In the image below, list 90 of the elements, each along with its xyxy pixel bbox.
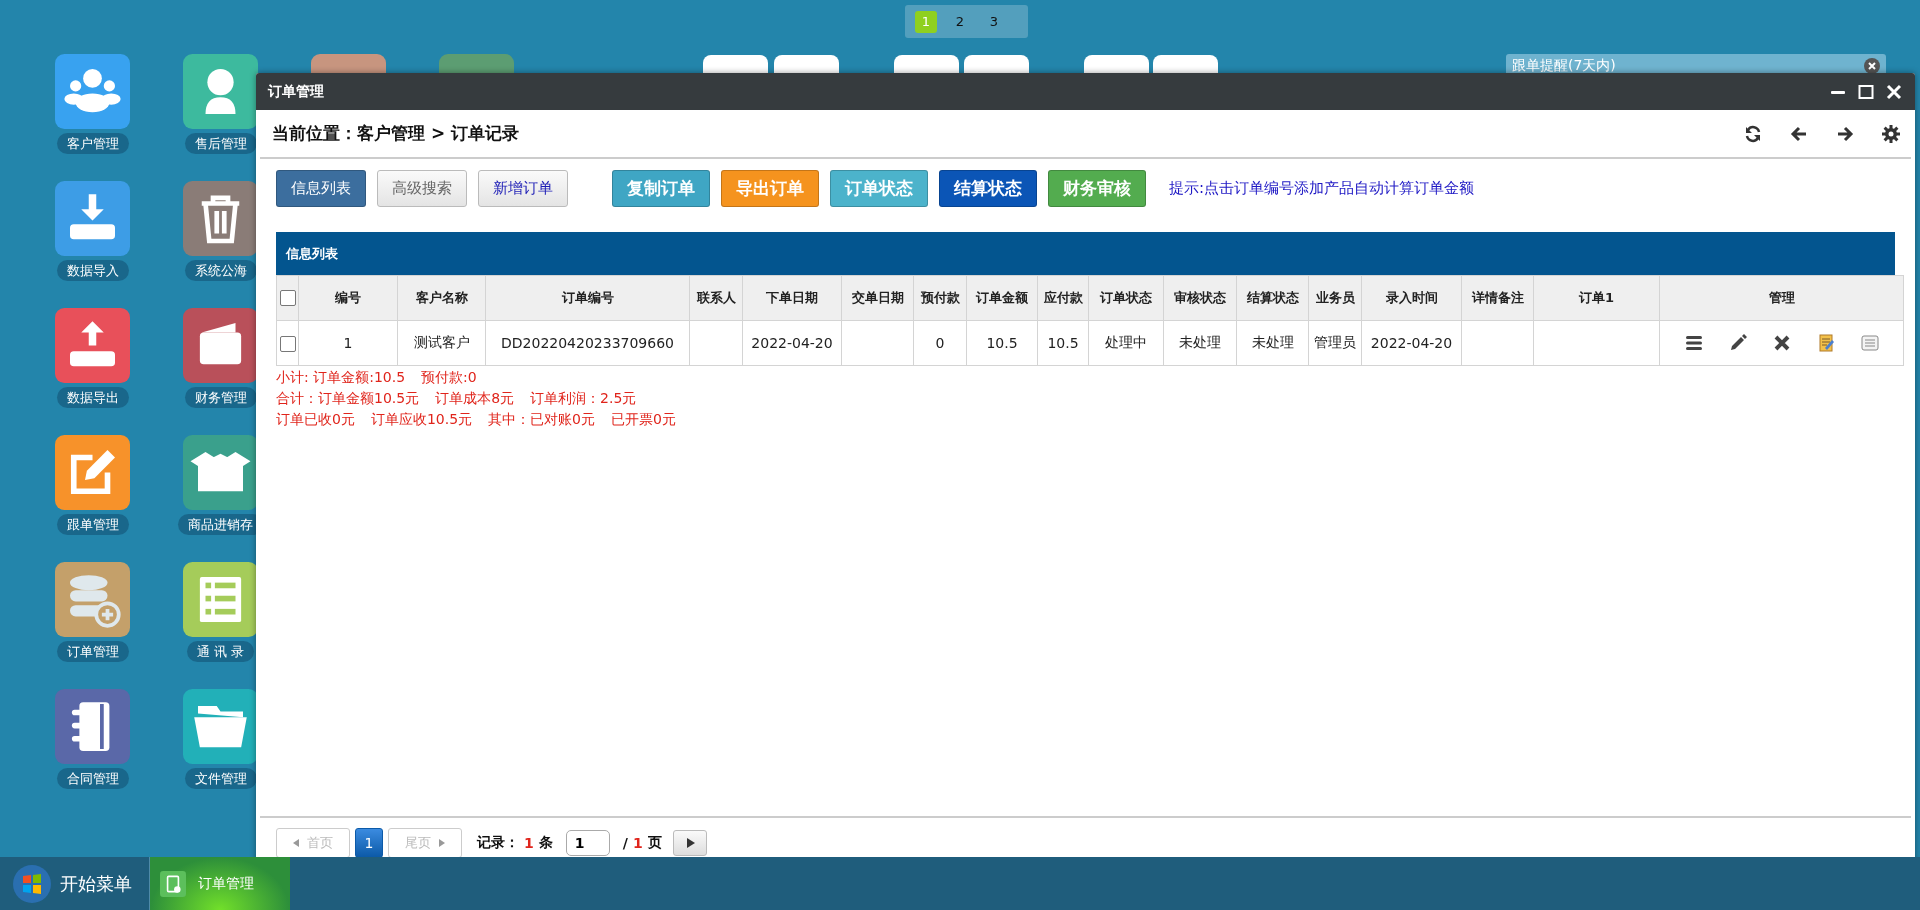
app-icon[interactable]: [183, 689, 258, 764]
window-title: 订单管理: [268, 82, 324, 101]
column-header: 联系人: [689, 275, 743, 321]
summary-text: 订单应收10.5元: [370, 410, 473, 429]
column-header: 业务员: [1308, 275, 1362, 321]
summary-text: 小计: 订单金额:10.5: [276, 368, 406, 387]
app-label[interactable]: 售后管理: [184, 133, 257, 154]
hint-text: 提示:点击订单编号添加产品自动计算订单金额: [1169, 179, 1475, 198]
app-icon[interactable]: [55, 689, 130, 764]
table-cell: 1: [343, 335, 353, 351]
summary-text: 预付款:0: [421, 368, 477, 387]
summary-text: 订单已收0元: [276, 410, 355, 429]
checkbox[interactable]: [279, 335, 296, 352]
checkbox[interactable]: [279, 290, 296, 307]
app-label[interactable]: 跟单管理: [56, 514, 129, 535]
toolbar-button[interactable]: 信息列表: [276, 170, 366, 207]
app-icon[interactable]: [183, 562, 258, 637]
refresh-icon[interactable]: [1743, 123, 1763, 144]
table-cell: 测试客户: [413, 334, 470, 350]
clipboard-icon: [160, 870, 186, 897]
app-icon[interactable]: [55, 308, 130, 383]
close-icon[interactable]: [1885, 82, 1903, 101]
table-cell: 处理中: [1105, 334, 1147, 350]
summary-text: 合计：订单金额10.5元: [276, 389, 420, 408]
table-title: 信息列表: [286, 244, 338, 263]
menu-icon[interactable]: [1683, 333, 1704, 353]
column-header: 结算状态: [1236, 275, 1309, 321]
page-unit: 页: [647, 834, 662, 852]
page-tab[interactable]: 2: [949, 10, 971, 33]
column-header: 订单编号: [485, 275, 690, 321]
page-total: 1: [632, 835, 643, 851]
column-header: 客户名称: [397, 275, 486, 321]
summary-text: 订单利润：2.5元: [530, 389, 637, 408]
table-cell: 2022-04-20: [751, 335, 833, 351]
column-header: 编号: [298, 275, 398, 321]
app-label[interactable]: 系统公海: [184, 260, 257, 281]
table-cell: 未处理: [1251, 334, 1294, 350]
summary-text: 已开票0元: [611, 410, 676, 429]
reminder-title: 跟单提醒(7天内): [1512, 56, 1616, 74]
table-cell: 未处理: [1179, 334, 1221, 350]
app-icon[interactable]: [55, 54, 130, 129]
column-header: 管理: [1659, 275, 1904, 321]
start-button[interactable]: 开始菜单: [0, 857, 150, 910]
app-label[interactable]: 财务管理: [184, 387, 257, 408]
table-cell: 0: [935, 335, 945, 351]
app-label[interactable]: 订单管理: [56, 641, 129, 662]
toolbar-button[interactable]: 新增订单: [478, 170, 568, 207]
app-label[interactable]: 数据导入: [56, 260, 129, 281]
record-label: 记录：: [477, 834, 519, 852]
app-icon[interactable]: [183, 181, 258, 256]
column-header: 下单日期: [742, 275, 842, 321]
toolbar-button[interactable]: 结算状态: [939, 170, 1037, 207]
app-label[interactable]: 合同管理: [56, 768, 129, 789]
table-cell: 2022-04-20: [1370, 335, 1453, 351]
maximize-icon[interactable]: [1857, 82, 1875, 101]
column-header: 订单1: [1533, 275, 1660, 321]
close-icon[interactable]: [1864, 58, 1880, 74]
go-button[interactable]: [672, 830, 707, 856]
page-input[interactable]: 1: [565, 830, 610, 856]
app-icon[interactable]: [183, 308, 258, 383]
column-header: 录入时间: [1361, 275, 1462, 321]
app-label[interactable]: 文件管理: [184, 768, 257, 789]
page-separator: /: [622, 835, 628, 851]
column-header: 预付款: [913, 275, 967, 321]
app-label[interactable]: 客户管理: [56, 133, 129, 154]
record-unit: 条: [538, 834, 553, 852]
record-count: 1: [524, 835, 534, 851]
summary-text: 订单成本8元: [435, 389, 515, 408]
page-tab[interactable]: 3: [983, 10, 1005, 33]
column-header: 订单状态: [1088, 275, 1164, 321]
table-cell: 10.5: [986, 335, 1018, 351]
app-icon[interactable]: [55, 181, 130, 256]
toolbar-button[interactable]: 高级搜索: [377, 170, 467, 207]
table-cell: DD20220420233709660: [501, 335, 674, 351]
table-cell: 10.5: [1047, 335, 1079, 351]
column-header: 详情备注: [1461, 275, 1534, 321]
start-orb-icon: [12, 863, 52, 904]
table-cell: 管理员: [1314, 334, 1356, 350]
summary-text: 其中：已对账0元: [488, 410, 595, 429]
settings-icon[interactable]: [1881, 123, 1901, 144]
column-header: 应付款: [1037, 275, 1089, 321]
app-icon[interactable]: [183, 54, 258, 129]
app-label[interactable]: 数据导出: [56, 387, 129, 408]
column-header: 交单日期: [841, 275, 914, 321]
app-icon[interactable]: [183, 435, 258, 510]
app-label[interactable]: 通 讯 录: [186, 641, 255, 662]
page-button[interactable]: 1: [355, 828, 383, 858]
column-header: 订单金额: [966, 275, 1038, 321]
column-header: 审核状态: [1163, 275, 1237, 321]
breadcrumb: 当前位置：客户管理 > 订单记录: [272, 122, 520, 145]
